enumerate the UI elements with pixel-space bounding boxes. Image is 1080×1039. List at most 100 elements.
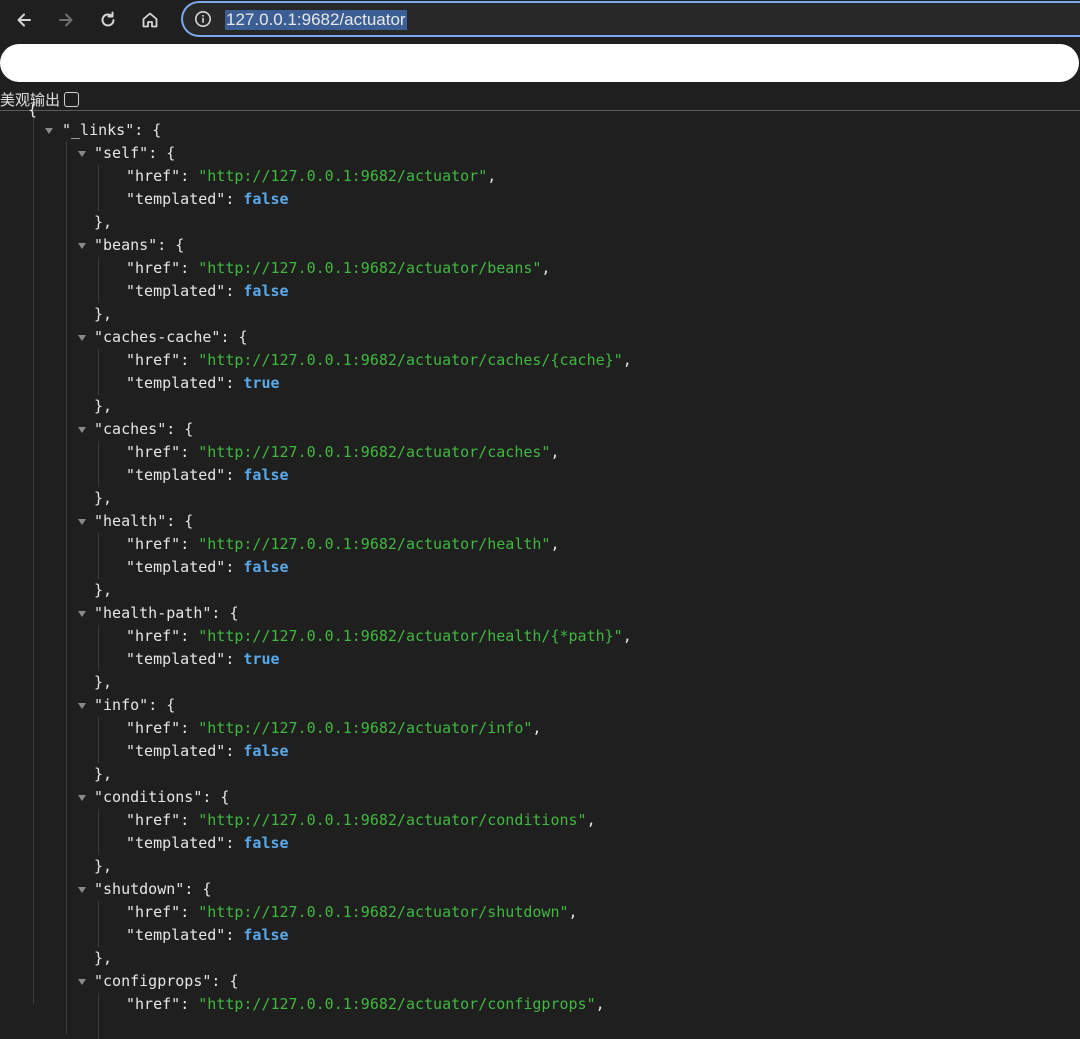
json-templated-line: "templated": false: [126, 556, 289, 579]
indent-guide: [98, 625, 99, 671]
templated-value: false: [243, 834, 289, 852]
indent-guide: [98, 717, 99, 763]
info-icon[interactable]: [194, 10, 212, 28]
collapse-toggle-icon[interactable]: [78, 887, 86, 893]
punct: : {: [148, 144, 176, 162]
punct: ,: [487, 167, 497, 185]
reload-button[interactable]: [94, 6, 122, 34]
collapse-toggle-icon[interactable]: [78, 979, 86, 985]
templated-key: "templated": [126, 282, 226, 300]
close-brace: },: [94, 765, 113, 783]
json-href-line: "href": "http://127.0.0.1:9682/actuator/…: [126, 625, 632, 648]
href-key: "href": [126, 903, 181, 921]
punct: ,: [550, 443, 560, 461]
punct: :: [180, 903, 199, 921]
punct: : {: [184, 880, 212, 898]
punct: :: [180, 627, 199, 645]
json-templated-line: "templated": false: [126, 464, 289, 487]
punct: ,: [595, 995, 605, 1013]
json-entry: "health": {: [94, 510, 193, 533]
entry-key: "caches": [94, 420, 167, 438]
json-templated-line: "templated": false: [126, 832, 289, 855]
json-templated-line: "templated": false: [126, 924, 289, 947]
indent-guide: [98, 901, 99, 947]
collapse-toggle-icon[interactable]: [78, 611, 86, 617]
collapse-toggle-icon[interactable]: [78, 703, 86, 709]
root-open-brace: {: [28, 101, 38, 119]
json-href-line: "href": "http://127.0.0.1:9682/actuator/…: [126, 533, 559, 556]
json-href-line: "href": "http://127.0.0.1:9682/actuator/…: [126, 993, 605, 1016]
punct: :: [180, 811, 199, 829]
punct: ,: [586, 811, 596, 829]
punct: :: [225, 374, 244, 392]
entry-key: "info": [94, 696, 149, 714]
templated-key: "templated": [126, 558, 226, 576]
entry-key: "beans": [94, 236, 158, 254]
json-close-brace: },: [94, 671, 112, 694]
reload-icon: [101, 11, 115, 27]
templated-value: false: [243, 558, 289, 576]
href-value: "http://127.0.0.1:9682/actuator/caches": [198, 443, 551, 461]
indent-guide: [98, 809, 99, 855]
templated-key: "templated": [126, 742, 226, 760]
close-brace: },: [94, 397, 113, 415]
entry-key: "health-path": [94, 604, 212, 622]
browser-toolbar: 127.0.0.1:9682/actuator: [0, 0, 1080, 40]
punct: :: [225, 742, 244, 760]
templated-value: false: [243, 466, 289, 484]
punct: : {: [157, 236, 185, 254]
forward-button[interactable]: [52, 6, 80, 34]
templated-key: "templated": [126, 834, 226, 852]
collapse-toggle-icon[interactable]: [78, 335, 86, 341]
href-key: "href": [126, 351, 181, 369]
arrow-right-icon: [59, 13, 73, 27]
json-href-line: "href": "http://127.0.0.1:9682/actuator"…: [126, 165, 496, 188]
collapse-toggle-icon[interactable]: [78, 243, 86, 249]
templated-value: false: [243, 926, 289, 944]
punct: ,: [541, 259, 551, 277]
punct: :: [225, 650, 244, 668]
templated-key: "templated": [126, 650, 226, 668]
indent-guide: [33, 112, 34, 1004]
pretty-print-checkbox[interactable]: [64, 92, 80, 107]
collapse-toggle-icon[interactable]: [78, 795, 86, 801]
json-entry: "configprops": {: [94, 970, 239, 993]
collapse-toggle-icon[interactable]: [78, 427, 86, 433]
json-href-line: "href": "http://127.0.0.1:9682/actuator/…: [126, 441, 559, 464]
punct: :: [225, 558, 244, 576]
json-href-line: "href": "http://127.0.0.1:9682/actuator/…: [126, 717, 541, 740]
punct: :: [180, 719, 199, 737]
href-key: "href": [126, 443, 181, 461]
collapse-toggle-icon[interactable]: [45, 128, 53, 134]
punct: ,: [622, 627, 632, 645]
json-entry: "shutdown": {: [94, 878, 211, 901]
json-entry: "caches": {: [94, 418, 193, 441]
punct: ,: [550, 535, 560, 553]
punct: ,: [532, 719, 542, 737]
punct: ,: [622, 351, 632, 369]
json-close-brace: },: [94, 211, 112, 234]
punct: : {: [166, 512, 194, 530]
json-templated-line: "templated": false: [126, 188, 289, 211]
divider: [0, 110, 1080, 111]
punct: :: [180, 351, 199, 369]
punct: :: [225, 282, 244, 300]
url-text[interactable]: 127.0.0.1:9682/actuator: [225, 10, 407, 30]
href-value: "http://127.0.0.1:9682/actuator/caches/{…: [198, 351, 623, 369]
json-href-line: "href": "http://127.0.0.1:9682/actuator/…: [126, 901, 578, 924]
punct: : {: [148, 696, 176, 714]
entry-key: "shutdown": [94, 880, 185, 898]
punct: :: [180, 535, 199, 553]
close-brace: },: [94, 305, 113, 323]
punct: :: [225, 926, 244, 944]
home-button[interactable]: [136, 6, 164, 34]
collapse-toggle-icon[interactable]: [78, 519, 86, 525]
address-bar[interactable]: 127.0.0.1:9682/actuator: [181, 1, 1080, 37]
back-button[interactable]: [10, 6, 38, 34]
json-templated-line: "templated": false: [126, 280, 289, 303]
templated-value: false: [243, 190, 289, 208]
punct: : {: [134, 121, 162, 139]
json-templated-line: "templated": false: [126, 740, 289, 763]
json-href-line: "href": "http://127.0.0.1:9682/actuator/…: [126, 257, 550, 280]
collapse-toggle-icon[interactable]: [78, 151, 86, 157]
